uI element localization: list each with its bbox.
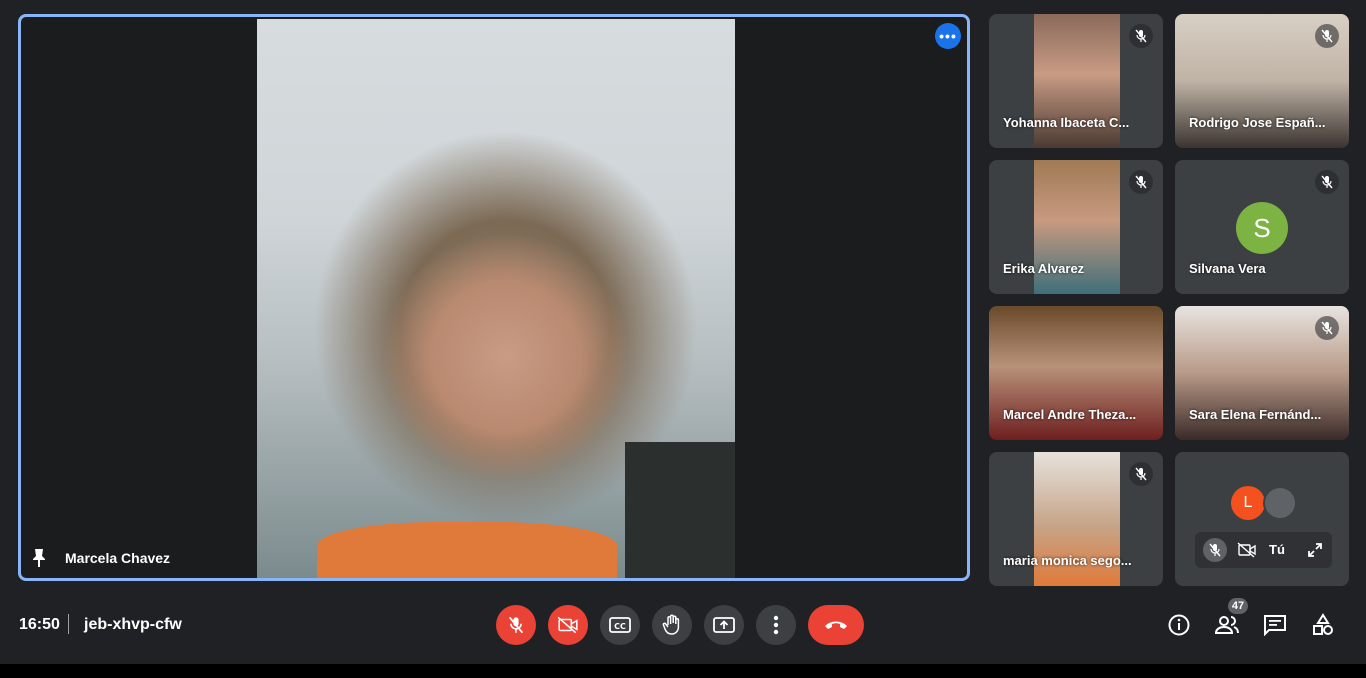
meeting-time: 16:50: [19, 616, 60, 633]
main-video-tile[interactable]: ••• Marcela Chavez: [18, 14, 970, 581]
more-vert-icon: [773, 615, 779, 635]
mic-off-icon: [1315, 316, 1339, 340]
divider: [68, 614, 69, 634]
participant-name: Silvana Vera: [1189, 261, 1266, 276]
pin-icon[interactable]: [31, 548, 47, 568]
participant-name: maria monica sego...: [1003, 553, 1132, 568]
main-participant-name: Marcela Chavez: [65, 550, 171, 566]
participant-name: Yohanna Ibaceta C...: [1003, 115, 1130, 130]
participants-button[interactable]: [1214, 612, 1240, 638]
mic-toggle-button[interactable]: [496, 605, 536, 645]
svg-text:CC: CC: [614, 622, 626, 631]
more-horiz-icon: •••: [939, 28, 957, 44]
more-options-button[interactable]: [756, 605, 796, 645]
participant-tile[interactable]: Marcel Andre Theza...: [989, 306, 1163, 440]
activities-icon: [1313, 613, 1333, 635]
mic-off-icon: [1129, 462, 1153, 486]
bottom-control-bar: 16:50 jeb-xhvp-cfw CC 47: [0, 590, 1366, 662]
camera-toggle-button[interactable]: [548, 605, 588, 645]
expand-button[interactable]: [1303, 538, 1327, 562]
expand-icon: [1308, 543, 1322, 557]
participant-name: Erika Alvarez: [1003, 261, 1085, 276]
self-label: Tú: [1269, 542, 1285, 557]
camera-off-icon: [1237, 542, 1256, 558]
mic-off-icon: [1315, 24, 1339, 48]
avatar: S: [1236, 202, 1288, 254]
info-icon: [1168, 614, 1190, 636]
participant-tile[interactable]: Yohanna Ibaceta C...: [989, 14, 1163, 148]
participant-tile[interactable]: S Silvana Vera: [1175, 160, 1349, 294]
chat-button[interactable]: [1262, 612, 1288, 638]
mic-off-icon: [1129, 24, 1153, 48]
main-video-feed: [257, 19, 735, 578]
chat-icon: [1264, 615, 1286, 636]
video-shadow-shape: [625, 442, 735, 578]
participant-name: Marcel Andre Theza...: [1003, 407, 1137, 422]
participant-name: Rodrigo Jose Españ...: [1189, 115, 1326, 130]
meeting-details-button[interactable]: [1166, 612, 1192, 638]
mic-off-icon: [508, 616, 524, 634]
avatar: L: [1231, 486, 1265, 520]
self-camera-off-button[interactable]: [1235, 538, 1259, 562]
more-options-button[interactable]: •••: [935, 23, 961, 49]
leave-call-button[interactable]: [808, 605, 864, 645]
mic-off-icon: [1315, 170, 1339, 194]
closed-captions-icon: CC: [609, 617, 631, 633]
participant-tile[interactable]: Erika Alvarez: [989, 160, 1163, 294]
participant-tile[interactable]: Rodrigo Jose Españ...: [1175, 14, 1349, 148]
call-end-icon: [825, 621, 847, 629]
meeting-code: jeb-xhvp-cfw: [84, 616, 182, 633]
participant-tile[interactable]: Sara Elena Fernánd...: [1175, 306, 1349, 440]
people-icon: [1214, 616, 1239, 634]
raise-hand-button[interactable]: [652, 605, 692, 645]
participant-name: Sara Elena Fernánd...: [1189, 407, 1322, 422]
mic-off-icon: [1129, 170, 1153, 194]
avatar-image: [1263, 486, 1297, 520]
camera-off-icon: [557, 616, 578, 634]
present-now-button[interactable]: [704, 605, 744, 645]
self-view-controls: Tú: [1195, 532, 1332, 568]
captions-button[interactable]: CC: [600, 605, 640, 645]
self-view-tile[interactable]: L Tú: [1175, 452, 1349, 586]
activities-button[interactable]: [1310, 612, 1336, 638]
hand-icon: [662, 614, 680, 635]
self-mic-off-button[interactable]: [1203, 538, 1227, 562]
mic-off-icon: [1209, 543, 1221, 557]
participant-tile[interactable]: maria monica sego...: [989, 452, 1163, 586]
window-bottom-edge: [0, 664, 1366, 678]
video-shirt-shape: [317, 522, 617, 578]
present-screen-icon: [713, 617, 735, 633]
